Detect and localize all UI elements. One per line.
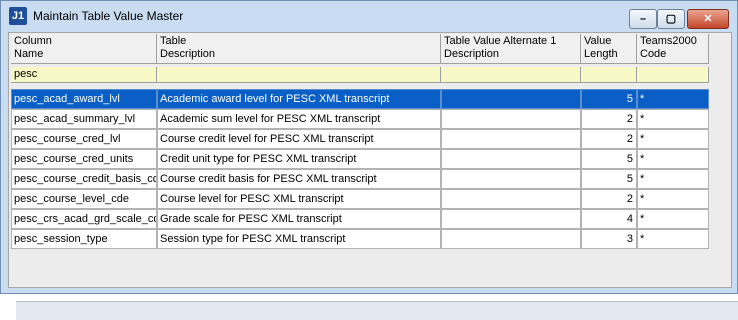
cell-teams2000-code[interactable]: * [637,89,709,109]
table-row[interactable]: pesc_crs_acad_grd_scale_cde Grade scale f… [11,209,711,229]
app-icon[interactable]: J1 [9,7,27,25]
table-row[interactable]: pesc_acad_summary_lvl Academic sum level … [11,109,711,129]
filter-table-description-input[interactable] [157,67,441,83]
main-window: J1 Maintain Table Value Master – ▢ ✕ Col… [0,0,738,320]
table-row[interactable]: pesc_acad_award_lvl Academic award level … [11,89,711,109]
filter-alt1-description-input[interactable] [441,67,581,83]
cell-teams2000-code[interactable]: * [637,229,709,249]
cell-column-name[interactable]: pesc_course_level_cde [11,189,157,209]
cell-alt1-description[interactable] [441,149,581,169]
cell-teams2000-code[interactable]: * [637,209,709,229]
cell-value-length[interactable]: 4 [581,209,637,229]
cell-value-length[interactable]: 5 [581,169,637,189]
cell-column-name[interactable]: pesc_course_cred_units [11,149,157,169]
cell-alt1-description[interactable] [441,189,581,209]
cell-teams2000-code[interactable]: * [637,109,709,129]
cell-column-name[interactable]: pesc_course_credit_basis_cde [11,169,157,189]
cell-value-length[interactable]: 5 [581,89,637,109]
cell-column-name[interactable]: pesc_acad_award_lvl [11,89,157,109]
cell-value-length[interactable]: 2 [581,109,637,129]
maximize-icon: ▢ [665,13,677,25]
cell-column-name[interactable]: pesc_crs_acad_grd_scale_cde [11,209,157,229]
filter-value-length-input[interactable] [581,67,637,83]
cell-alt1-description[interactable] [441,209,581,229]
cell-column-name[interactable]: pesc_acad_summary_lvl [11,109,157,129]
filter-column-name-input[interactable]: pesc [11,67,157,83]
cell-value-length[interactable]: 3 [581,229,637,249]
status-bar [16,301,738,320]
column-header-value-length[interactable]: Value Length [581,34,637,64]
cell-alt1-description[interactable] [441,169,581,189]
cell-table-description[interactable]: Credit unit type for PESC XML transcript [157,149,441,169]
close-icon: ✕ [703,13,713,25]
cell-table-description[interactable]: Grade scale for PESC XML transcript [157,209,441,229]
table-row[interactable]: pesc_course_credit_basis_cde Course credi… [11,169,711,189]
filter-teams2000-code-input[interactable] [637,67,709,83]
cell-teams2000-code[interactable]: * [637,149,709,169]
cell-table-description[interactable]: Academic sum level for PESC XML transcri… [157,109,441,129]
column-header-teams2000-code[interactable]: Teams2000 Code [637,34,709,64]
cell-table-description[interactable]: Session type for PESC XML transcript [157,229,441,249]
table-row[interactable]: pesc_course_level_cde Course level for PE… [11,189,711,209]
minimize-icon: – [639,13,647,25]
column-header-table-description[interactable]: Table Description [157,34,441,64]
cell-column-name[interactable]: pesc_session_type [11,229,157,249]
cell-teams2000-code[interactable]: * [637,189,709,209]
cell-column-name[interactable]: pesc_course_cred_lvl [11,129,157,149]
cell-alt1-description[interactable] [441,109,581,129]
table-row[interactable]: pesc_course_cred_lvl Course credit level … [11,129,711,149]
cell-alt1-description[interactable] [441,129,581,149]
cell-value-length[interactable]: 2 [581,129,637,149]
table-row[interactable]: pesc_session_type Session type for PESC X… [11,229,711,249]
close-button[interactable]: ✕ [687,9,729,29]
cell-alt1-description[interactable] [441,89,581,109]
cell-value-length[interactable]: 5 [581,149,637,169]
cell-table-description[interactable]: Course credit basis for PESC XML transcr… [157,169,441,189]
client-area: Column Name Table Description Table Valu… [8,32,738,320]
title-bar[interactable]: J1 Maintain Table Value Master – ▢ ✕ [1,1,737,29]
cell-teams2000-code[interactable]: * [637,169,709,189]
cell-table-description[interactable]: Academic award level for PESC XML transc… [157,89,441,109]
cell-teams2000-code[interactable]: * [637,129,709,149]
window-title: Maintain Table Value Master [33,9,184,23]
minimize-button[interactable]: – [629,9,657,29]
column-header-alt1-description[interactable]: Table Value Alternate 1 Description [441,34,581,64]
cell-table-description[interactable]: Course credit level for PESC XML transcr… [157,129,441,149]
cell-value-length[interactable]: 2 [581,189,637,209]
table-row[interactable]: pesc_course_cred_units Credit unit type f… [11,149,711,169]
cell-alt1-description[interactable] [441,229,581,249]
column-header-column-name[interactable]: Column Name [11,34,157,64]
maximize-button[interactable]: ▢ [657,9,685,29]
cell-table-description[interactable]: Course level for PESC XML transcript [157,189,441,209]
